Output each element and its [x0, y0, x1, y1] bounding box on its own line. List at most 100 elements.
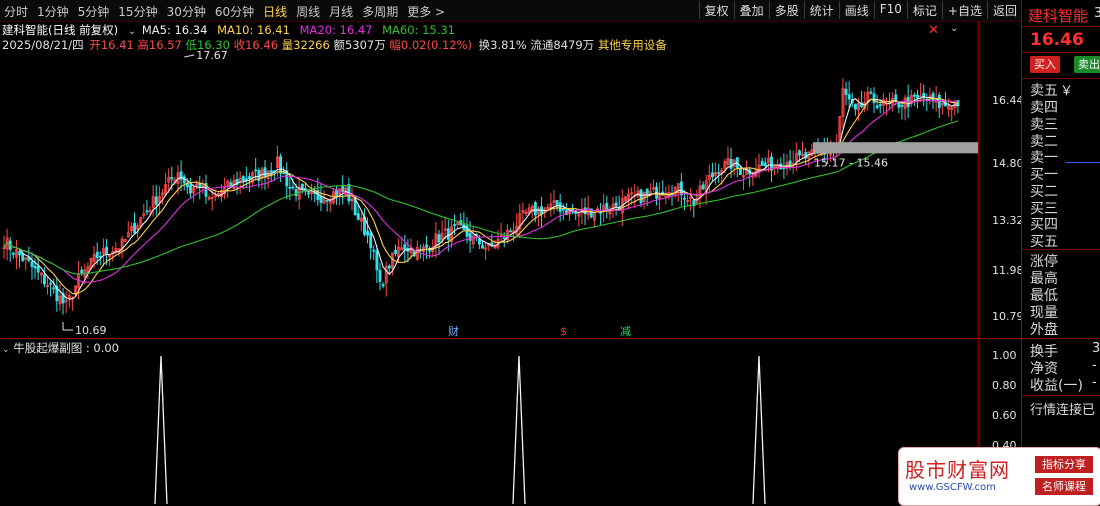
candle-body [80, 269, 84, 274]
candle-body [42, 274, 46, 285]
candle-body [446, 228, 450, 240]
candle-body [878, 104, 882, 107]
candle-body [437, 234, 441, 243]
tag-indicator-share: 指标分享 [1035, 456, 1093, 473]
indicator-tick: 0.60 [992, 409, 1017, 422]
tab-more[interactable]: 更多 > [407, 3, 445, 20]
indicator-tick: 1.00 [992, 349, 1017, 362]
restore-down-icon[interactable]: ⌄ [950, 23, 958, 34]
tab-daily[interactable]: 日线 [263, 3, 287, 20]
event-marker: 财 [448, 324, 459, 338]
f10-button[interactable]: F10 [873, 1, 907, 19]
eps-value: - [1092, 375, 1097, 390]
tab-monthly[interactable]: 月线 [329, 3, 353, 20]
candle-body [366, 230, 370, 236]
divider [1022, 249, 1100, 250]
multi-stock-button[interactable]: 多股 [768, 1, 804, 19]
divider [1022, 338, 1100, 339]
candle-body [170, 177, 174, 180]
tab-5min[interactable]: 5分钟 [78, 3, 110, 20]
candle-body [356, 213, 360, 220]
low-marker-label: 10.69 [75, 324, 107, 337]
candle-body [798, 150, 801, 156]
candle-body [18, 251, 22, 256]
tab-more-label: 更多 [407, 5, 432, 19]
add-watchlist-button[interactable]: +自选 [941, 1, 987, 19]
range-band [813, 142, 978, 154]
candle-body [341, 185, 345, 192]
divider [1022, 52, 1100, 53]
candle-body [717, 172, 721, 174]
ma60-value: MA60: 15.31 [382, 23, 455, 37]
candle-body [875, 105, 879, 109]
candle-body [683, 197, 686, 200]
divider [1022, 395, 1100, 396]
candle-body [288, 186, 292, 189]
candle-body [229, 182, 233, 187]
buy-button[interactable]: 买入 [1030, 56, 1060, 73]
candle-body [30, 261, 34, 268]
candle-body [509, 230, 512, 233]
indicator-tick: 0.80 [992, 379, 1017, 392]
candle-body [481, 245, 485, 249]
candle-body [381, 284, 385, 287]
candle-body [931, 93, 935, 102]
stock-name: 建科智能 [1028, 7, 1089, 25]
candle-body [453, 224, 457, 227]
candle-body [375, 250, 379, 271]
overlay-button[interactable]: 叠加 [733, 1, 769, 19]
ma20-value: MA20: 16.47 [299, 23, 373, 37]
signal-spike [154, 355, 168, 504]
high-marker-line [184, 54, 195, 58]
chart-title: 建科智能(日线 前复权) [2, 23, 119, 37]
candle-body [11, 252, 15, 255]
candle-body [425, 244, 429, 248]
candlestick-chart[interactable]: 15.17 - 15.46 17.67 10.69 财 $ 减 [0, 50, 978, 340]
candle-body [182, 176, 186, 184]
candle-body [36, 266, 40, 273]
tab-fenshi[interactable]: 分时 [4, 3, 28, 20]
back-button[interactable]: 返回 [986, 1, 1022, 19]
candle-body [378, 269, 382, 282]
close-x-icon[interactable]: ✕ [928, 23, 939, 38]
candle-body [738, 167, 742, 176]
indicator-chart[interactable] [0, 352, 978, 504]
mark-button[interactable]: 标记 [906, 1, 942, 19]
candle-body [269, 170, 273, 173]
stats-button[interactable]: 统计 [803, 1, 839, 19]
tab-multi-period[interactable]: 多周期 [362, 3, 398, 20]
candle-body [291, 186, 295, 189]
divider [1022, 78, 1100, 79]
candle-body [279, 156, 283, 174]
tab-30min[interactable]: 30分钟 [167, 3, 206, 20]
candle-body [372, 249, 376, 252]
chevron-down-icon[interactable]: ⌄ [128, 26, 136, 37]
tab-15min[interactable]: 15分钟 [118, 3, 157, 20]
candle-body [369, 233, 373, 248]
ma10-value: MA10: 16.41 [217, 23, 290, 37]
candle-body [894, 94, 898, 101]
candle-body [561, 208, 565, 211]
candle-body [844, 88, 848, 95]
candle-body [701, 184, 705, 190]
candle-body [154, 196, 158, 205]
tab-60min[interactable]: 60分钟 [215, 3, 254, 20]
candle-body [614, 202, 618, 207]
fuquan-button[interactable]: 复权 [698, 1, 734, 19]
outer-vol-label: 外盘 [1030, 322, 1058, 338]
candle-body [645, 188, 649, 195]
candle-body [897, 101, 901, 108]
candle-body [294, 189, 298, 197]
tab-weekly[interactable]: 周线 [296, 3, 320, 20]
candle-body [760, 160, 764, 166]
spread-line [1066, 162, 1100, 163]
tool-buttons: 复权 叠加 多股 统计 画线 F10 标记 +自选 返回 [698, 1, 1022, 19]
candle-body [319, 196, 323, 203]
candle-body [558, 202, 562, 213]
candle-body [244, 178, 248, 181]
ma10-line [3, 97, 959, 295]
tab-1min[interactable]: 1分钟 [37, 3, 69, 20]
sell-button[interactable]: 卖出 [1074, 56, 1100, 73]
price-tick: 14.80 [992, 157, 1024, 170]
draw-line-button[interactable]: 画线 [838, 1, 874, 19]
